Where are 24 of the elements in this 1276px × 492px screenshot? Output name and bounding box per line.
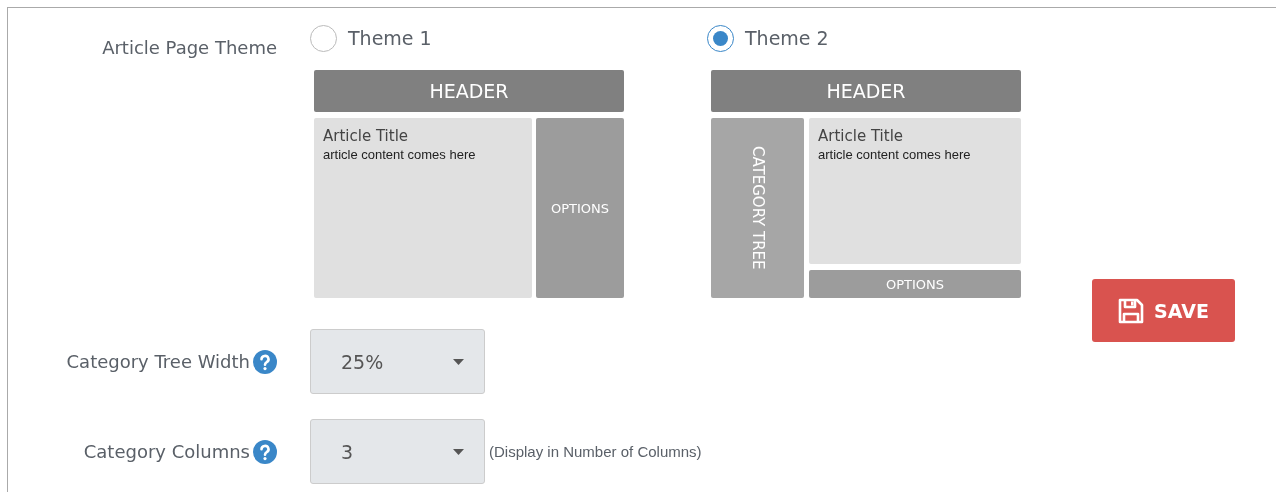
radio-label[interactable]: Theme 1: [348, 27, 432, 49]
hint-text: (Display in Number of Columns): [489, 443, 702, 460]
article-text: article content comes here: [818, 147, 972, 162]
dropdown-select[interactable]: 25%: [310, 329, 485, 394]
article-title: Article Title: [818, 127, 905, 145]
help-icon[interactable]: [253, 349, 277, 374]
article-title: Article Title: [323, 127, 410, 145]
category-tree-block: CATEGORY TREE: [711, 118, 804, 298]
header-block: HEADER: [314, 70, 624, 112]
radio-label[interactable]: Theme 2: [745, 27, 829, 49]
dropdown-select[interactable]: 3: [310, 419, 485, 484]
field-label: Category Columns: [83, 441, 250, 462]
radio-button[interactable]: [310, 24, 337, 52]
radio-button[interactable]: [707, 24, 734, 52]
help-icon[interactable]: [253, 439, 277, 464]
options-block: OPTIONS: [536, 118, 624, 298]
field-label: Category Tree Width: [66, 351, 250, 372]
caret-icon: [453, 448, 464, 455]
options-block: OPTIONS: [809, 270, 1021, 298]
article-text: article content comes here: [323, 147, 477, 162]
save-button[interactable]: SAVE: [1092, 279, 1235, 342]
caret-icon: [453, 358, 464, 365]
field-label: Article Page Theme: [102, 37, 277, 58]
header-block: HEADER: [711, 70, 1021, 112]
